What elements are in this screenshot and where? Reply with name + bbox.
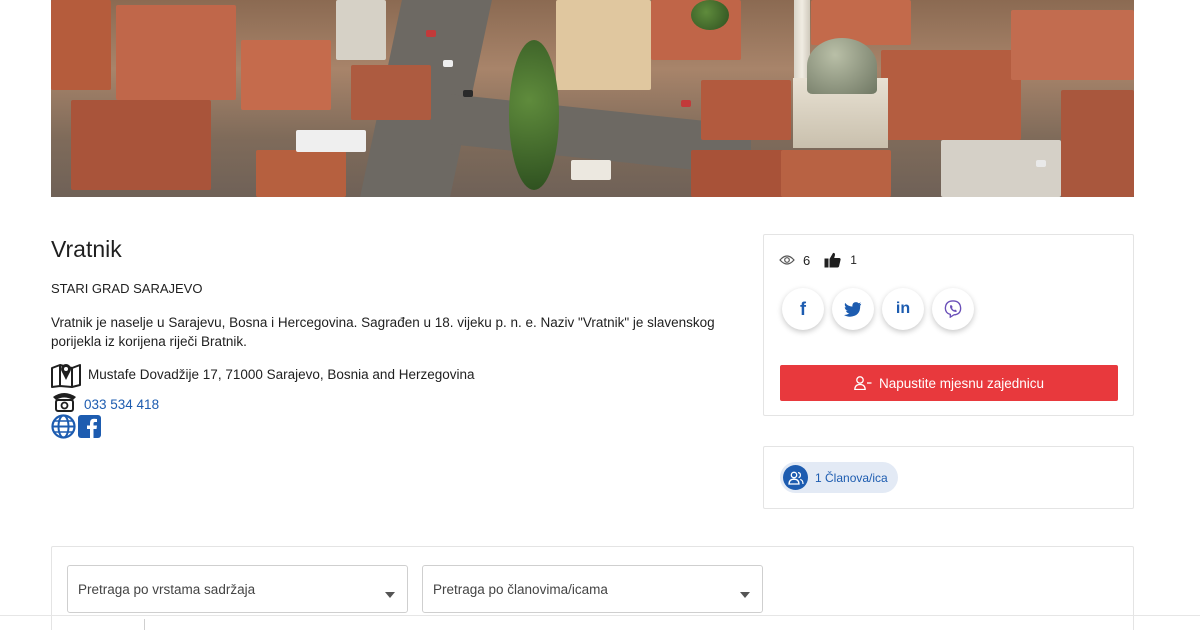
globe-icon[interactable] <box>51 414 76 439</box>
user-minus-icon <box>854 376 872 390</box>
map-icon <box>51 364 81 388</box>
divider <box>0 615 1200 616</box>
members-placeholder: Pretraga po članovima/icama <box>433 581 608 597</box>
views-count: 6 <box>803 252 811 268</box>
share-linkedin-button[interactable]: in <box>882 288 924 330</box>
likes-count: 1 <box>850 253 857 267</box>
share-viber-button[interactable] <box>932 288 974 330</box>
address-text: Mustafe Dovadžije 17, 71000 Sarajevo, Bo… <box>88 366 475 382</box>
eye-icon <box>779 255 795 265</box>
facebook-square-icon[interactable] <box>77 414 102 439</box>
leave-community-button[interactable]: Napustite mjesnu zajednicu <box>780 365 1118 401</box>
members-select[interactable]: Pretraga po članovima/icama <box>422 565 763 613</box>
engagement-card: 6 1 f in Napustite mjesnu zajednicu <box>763 234 1134 416</box>
share-twitter-button[interactable] <box>832 288 874 330</box>
hero-image <box>51 0 1134 197</box>
chevron-down-icon <box>740 592 750 598</box>
content-type-select[interactable]: Pretraga po vrstama sadržaja <box>67 565 408 613</box>
members-chip[interactable]: 1 Članova/ica <box>780 462 898 493</box>
leave-community-label: Napustite mjesnu zajednicu <box>878 375 1045 391</box>
address-row: Mustafe Dovadžije 17, 71000 Sarajevo, Bo… <box>51 360 475 388</box>
members-count-label: 1 Članova/ica <box>815 470 888 485</box>
share-buttons: f in <box>782 288 982 330</box>
filters-panel: Pretraga po vrstama sadržaja Pretraga po… <box>51 546 1134 630</box>
facebook-icon: f <box>800 298 806 319</box>
phone-row: 033 534 418 <box>51 389 159 413</box>
users-icon <box>783 465 808 490</box>
twitter-icon <box>844 301 862 317</box>
share-facebook-button[interactable]: f <box>782 288 824 330</box>
linkedin-icon: in <box>895 300 911 317</box>
viber-icon <box>944 300 962 318</box>
page-title: Vratnik <box>51 236 122 262</box>
stats-row: 6 1 <box>779 252 857 268</box>
place-description: Vratnik je naselje u Sarajevu, Bosna i H… <box>51 315 715 349</box>
thumbs-up-icon[interactable] <box>824 252 841 268</box>
external-links <box>51 414 102 439</box>
divider-tick <box>144 619 145 630</box>
members-card: 1 Članova/ica <box>763 446 1134 509</box>
municipality-label: STARI GRAD SARAJEVO <box>51 281 203 296</box>
content-type-placeholder: Pretraga po vrstama sadržaja <box>78 581 256 597</box>
phone-link[interactable]: 033 534 418 <box>84 397 159 412</box>
chevron-down-icon <box>385 592 395 598</box>
phone-icon <box>53 393 76 412</box>
